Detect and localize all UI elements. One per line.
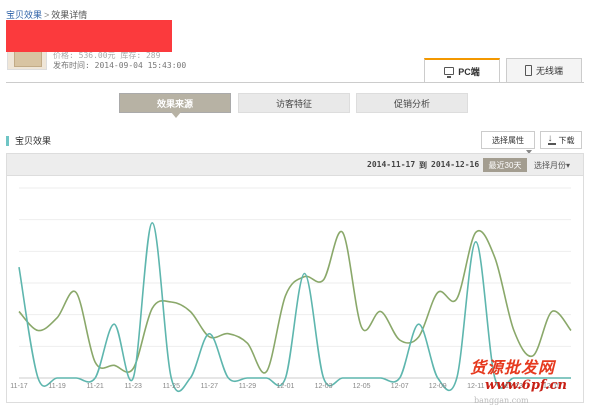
series-line-b: [18, 229, 572, 374]
breadcrumb-root-link[interactable]: 宝贝效果: [6, 10, 42, 20]
phone-icon: [524, 65, 532, 76]
item-publish-time: 发布时间: 2014-09-04 15:43:00: [53, 61, 187, 70]
monitor-icon: [444, 67, 455, 78]
watermark-title: 货源批发网: [470, 358, 556, 377]
tab-mobile[interactable]: 无线端: [506, 58, 582, 82]
watermark-footer: banggan.com: [474, 396, 529, 405]
x-tick-label: 11-27: [201, 383, 218, 390]
watermark-url: www.6pf.cn: [485, 378, 567, 393]
download-label: 下载: [558, 135, 575, 145]
tab-pc-label: PC端: [458, 66, 480, 77]
tab-visitor-features[interactable]: 访客特征: [238, 93, 350, 113]
breadcrumb-current: 效果详情: [51, 10, 88, 20]
header-divider: [6, 82, 584, 83]
x-tick-label: 11-23: [125, 383, 142, 390]
breadcrumb-separator: >: [44, 10, 50, 20]
tab-pc[interactable]: PC端: [424, 58, 500, 82]
select-attribute-button[interactable]: 选择属性: [481, 131, 535, 154]
x-tick-label: 12-03: [315, 383, 333, 390]
x-tick-label: 12-01: [277, 383, 295, 390]
section-title: 宝贝效果: [6, 136, 51, 146]
x-tick-label: 11-29: [239, 383, 256, 390]
x-tick-label: 11-25: [163, 383, 180, 390]
x-tick-label: 12-09: [429, 383, 447, 390]
redacted-item-title: [6, 20, 172, 52]
tab-promotion-analysis[interactable]: 促销分析: [356, 93, 468, 113]
x-tick-label: 11-19: [48, 383, 65, 390]
x-tick-label: 12-05: [353, 383, 371, 390]
x-tick-label: 11-17: [10, 383, 27, 390]
x-tick-label: 12-11: [467, 383, 484, 390]
tab-mobile-label: 无线端: [535, 66, 563, 76]
x-tick-label: 11-21: [86, 383, 103, 390]
tab-traffic-source[interactable]: 效果来源: [119, 93, 231, 118]
x-tick-label: 12-07: [391, 383, 409, 390]
download-icon: [547, 133, 556, 145]
download-button[interactable]: 下载: [540, 131, 582, 149]
